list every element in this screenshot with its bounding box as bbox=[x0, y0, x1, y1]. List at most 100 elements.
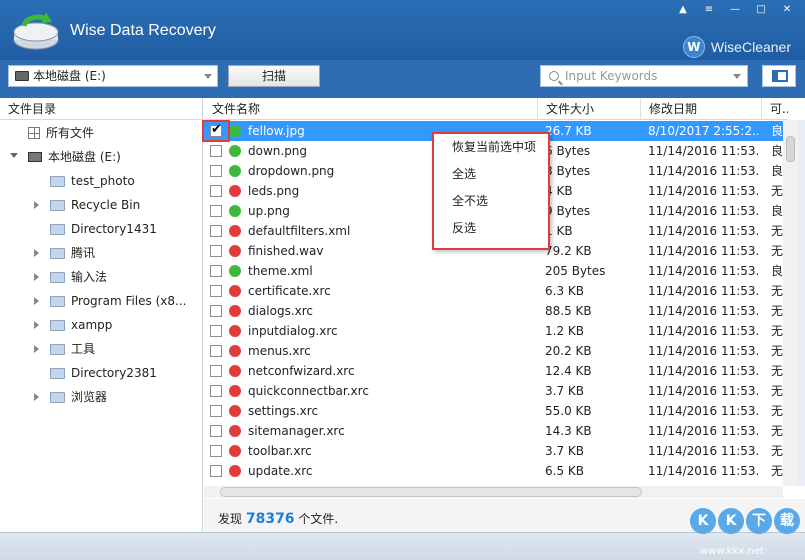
horizontal-scrollbar[interactable] bbox=[204, 486, 783, 498]
minimize-icon[interactable]: — bbox=[727, 4, 743, 16]
close-icon[interactable]: ✕ bbox=[779, 4, 795, 16]
chevron-right-icon[interactable] bbox=[34, 297, 39, 305]
row-checkbox[interactable] bbox=[210, 265, 222, 277]
table-row[interactable]: inputdialog.xrc 1.2 KB 11/14/2016 11:53...… bbox=[204, 321, 788, 341]
row-checkbox[interactable] bbox=[210, 205, 222, 217]
file-size: 26.7 KB bbox=[545, 124, 592, 138]
table-row[interactable]: menus.xrc 20.2 KB 11/14/2016 11:53... 无 bbox=[204, 341, 788, 361]
chevron-right-icon[interactable] bbox=[34, 393, 39, 401]
table-row[interactable]: settings.xrc 55.0 KB 11/14/2016 11:53... 无 bbox=[204, 401, 788, 421]
tree-item[interactable]: 本地磁盘 (E:) bbox=[10, 145, 121, 169]
chevron-down-icon[interactable] bbox=[733, 74, 741, 79]
recoverability-status-icon bbox=[229, 445, 241, 457]
menu-item-select-none[interactable]: 全不选 bbox=[434, 188, 548, 215]
recoverability-status-icon bbox=[229, 285, 241, 297]
row-checkbox[interactable] bbox=[210, 165, 222, 177]
brand-name: WiseCleaner bbox=[710, 39, 791, 55]
chevron-right-icon[interactable] bbox=[34, 273, 39, 281]
chevron-right-icon[interactable] bbox=[34, 249, 39, 257]
row-checkbox[interactable] bbox=[210, 385, 222, 397]
recoverability-status-icon bbox=[229, 245, 241, 257]
folder-icon bbox=[50, 367, 65, 379]
tree-item[interactable]: test_photo bbox=[50, 169, 135, 193]
scroll-thumb[interactable] bbox=[220, 487, 642, 497]
column-header: 文件名称 文件大小 修改日期 可... bbox=[204, 98, 788, 120]
recoverability-status-icon bbox=[229, 385, 241, 397]
checkbox-highlight bbox=[202, 120, 230, 142]
file-name: toolbar.xrc bbox=[248, 444, 312, 458]
chevron-right-icon[interactable] bbox=[34, 345, 39, 353]
maximize-icon[interactable]: □ bbox=[753, 4, 769, 16]
row-checkbox[interactable] bbox=[210, 305, 222, 317]
row-checkbox[interactable] bbox=[210, 325, 222, 337]
scan-button[interactable]: 扫描 bbox=[228, 65, 320, 87]
folder-icon bbox=[50, 271, 65, 283]
menu-icon[interactable]: ≡ bbox=[701, 4, 717, 16]
table-row[interactable]: quickconnectbar.xrc 3.7 KB 11/14/2016 11:5… bbox=[204, 381, 788, 401]
skin-icon[interactable]: ▲ bbox=[675, 4, 691, 16]
table-row[interactable]: certificate.xrc 6.3 KB 11/14/2016 11:53...… bbox=[204, 281, 788, 301]
row-checkbox[interactable] bbox=[210, 405, 222, 417]
table-row[interactable]: theme.xml 205 Bytes 11/14/2016 11:53... 良 bbox=[204, 261, 788, 281]
tree-item[interactable]: 输入法 bbox=[34, 265, 107, 289]
column-name[interactable]: 文件名称 bbox=[204, 98, 536, 120]
file-size: 88.5 KB bbox=[545, 304, 592, 318]
file-name: sitemanager.xrc bbox=[248, 424, 345, 438]
file-name: up.png bbox=[248, 204, 290, 218]
file-status: 良 bbox=[771, 144, 784, 158]
tree-item[interactable]: xampp bbox=[34, 313, 112, 337]
file-date: 11/14/2016 11:53... bbox=[648, 244, 758, 258]
chevron-right-icon[interactable] bbox=[34, 321, 39, 329]
tree-item[interactable]: Recycle Bin bbox=[34, 193, 140, 217]
file-size: 205 Bytes bbox=[545, 264, 606, 278]
tree-item[interactable]: 所有文件 bbox=[28, 121, 94, 145]
column-size[interactable]: 文件大小 bbox=[537, 98, 639, 120]
file-date: 11/14/2016 11:53... bbox=[648, 344, 758, 358]
column-status[interactable]: 可... bbox=[761, 98, 788, 120]
tree-item[interactable]: Program Files (x8... bbox=[34, 289, 187, 313]
table-row[interactable]: dialogs.xrc 88.5 KB 11/14/2016 11:53... 无 bbox=[204, 301, 788, 321]
row-checkbox[interactable] bbox=[210, 245, 222, 257]
file-status: 无 bbox=[771, 444, 784, 458]
table-row[interactable]: sitemanager.xrc 14.3 KB 11/14/2016 11:53..… bbox=[204, 421, 788, 441]
row-checkbox[interactable] bbox=[210, 285, 222, 297]
scroll-thumb[interactable] bbox=[786, 136, 795, 162]
table-row[interactable]: update.xrc 6.5 KB 11/14/2016 11:53... 无 bbox=[204, 461, 788, 481]
tree-item-label: Program Files (x8... bbox=[71, 294, 187, 308]
row-checkbox[interactable] bbox=[210, 445, 222, 457]
row-checkbox[interactable] bbox=[210, 345, 222, 357]
tree-item[interactable]: Directory1431 bbox=[50, 217, 157, 241]
search-input[interactable]: Input Keywords bbox=[540, 65, 748, 87]
chevron-down-icon[interactable] bbox=[10, 153, 18, 158]
tree-item[interactable]: 工具 bbox=[34, 337, 95, 361]
tree-item[interactable]: 腾讯 bbox=[34, 241, 95, 265]
recoverability-status-icon bbox=[229, 125, 241, 137]
file-name: certificate.xrc bbox=[248, 284, 331, 298]
row-checkbox[interactable] bbox=[210, 145, 222, 157]
chevron-down-icon bbox=[204, 74, 212, 79]
table-row[interactable]: toolbar.xrc 3.7 KB 11/14/2016 11:53... 无 bbox=[204, 441, 788, 461]
drive-select[interactable]: 本地磁盘 (E:) bbox=[8, 65, 218, 87]
row-checkbox[interactable] bbox=[210, 465, 222, 477]
collapse-edge[interactable] bbox=[798, 120, 805, 486]
row-checkbox[interactable] bbox=[210, 225, 222, 237]
tree-item[interactable]: Directory2381 bbox=[50, 361, 157, 385]
vertical-scrollbar[interactable] bbox=[783, 120, 798, 486]
recoverability-status-icon bbox=[229, 205, 241, 217]
menu-item-select-all[interactable]: 全选 bbox=[434, 161, 548, 188]
column-date[interactable]: 修改日期 bbox=[640, 98, 760, 120]
chevron-right-icon[interactable] bbox=[34, 201, 39, 209]
menu-item-recover-selected[interactable]: 恢复当前选中项 bbox=[434, 134, 548, 161]
folder-icon bbox=[50, 391, 65, 403]
preview-pane-button[interactable] bbox=[762, 65, 796, 87]
row-checkbox[interactable] bbox=[210, 425, 222, 437]
menu-item-invert-selection[interactable]: 反选 bbox=[434, 215, 548, 242]
tree-item[interactable]: 浏览器 bbox=[34, 385, 107, 409]
table-row[interactable]: netconfwizard.xrc 12.4 KB 11/14/2016 11:53… bbox=[204, 361, 788, 381]
watermark: K K 下 载 bbox=[690, 508, 800, 534]
row-checkbox[interactable] bbox=[210, 365, 222, 377]
file-name: update.xrc bbox=[248, 464, 313, 478]
file-name: settings.xrc bbox=[248, 404, 319, 418]
row-checkbox[interactable] bbox=[210, 185, 222, 197]
file-name: dialogs.xrc bbox=[248, 304, 314, 318]
